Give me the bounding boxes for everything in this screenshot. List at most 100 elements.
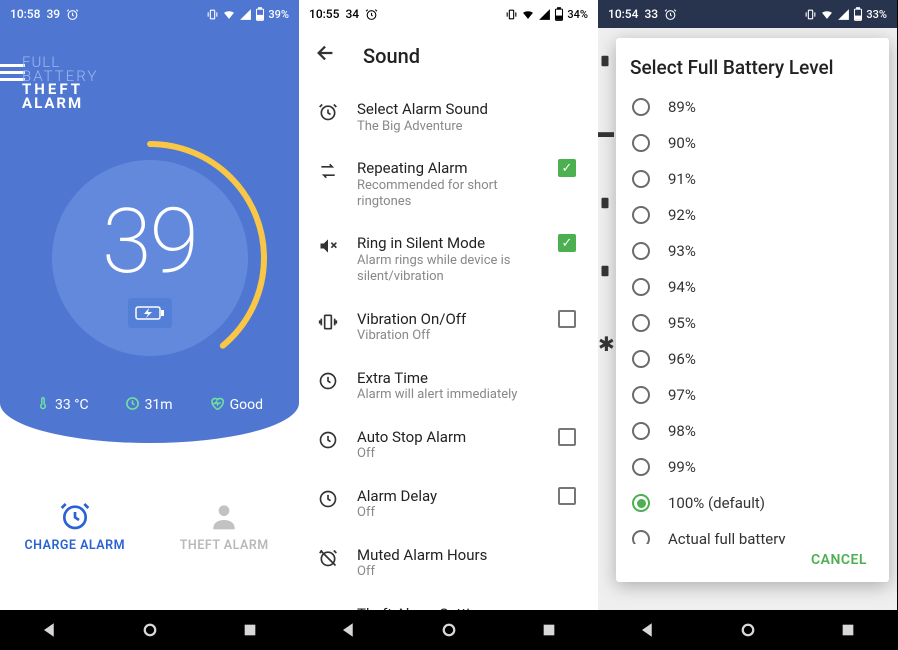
radio-option[interactable]: 98% <box>630 413 875 449</box>
android-navbar <box>598 610 897 650</box>
radio-option[interactable]: 97% <box>630 377 875 413</box>
clock-icon <box>317 371 339 391</box>
battery-ring: 39 <box>30 138 270 378</box>
status-battery-pct: 33% <box>866 8 887 21</box>
tab-charge-alarm[interactable]: CHARGE ALARM <box>0 486 150 567</box>
checkbox-silent[interactable]: ✓ <box>558 234 576 252</box>
screen-battery-level-dialog: 10:54 33 33% ▬ ✱ Select Full Battery Lev… <box>598 0 897 650</box>
checkbox-delay[interactable] <box>558 487 576 505</box>
screen-charge-alarm: 10:58 39 39% FULL BATTERY THEFT ALARM <box>0 0 299 650</box>
nav-back[interactable] <box>340 621 358 639</box>
status-num: 34 <box>345 7 359 21</box>
signal-icon <box>837 8 850 21</box>
radio-icon <box>632 206 650 224</box>
radio-option[interactable]: 90% <box>630 125 875 161</box>
background-peek: ▬ ✱ <box>598 54 614 356</box>
alarm-status-icon <box>66 8 79 21</box>
radio-icon <box>632 170 650 188</box>
alarm-status-icon <box>365 8 378 21</box>
status-time: 10:55 <box>309 7 339 21</box>
heart-icon <box>209 396 225 415</box>
status-battery-pct: 39% <box>268 8 289 21</box>
header: Sound <box>299 28 598 84</box>
radio-icon <box>632 530 650 544</box>
radio-option[interactable]: 95% <box>630 305 875 341</box>
row-muted-hours[interactable]: Muted Alarm HoursOff <box>299 534 598 593</box>
checkbox-vibration[interactable] <box>558 310 576 328</box>
nav-back[interactable] <box>639 621 657 639</box>
radio-label: 95% <box>668 314 696 332</box>
nav-home[interactable] <box>141 621 159 639</box>
radio-icon <box>632 494 650 512</box>
clock-icon <box>317 489 339 509</box>
row-vibration[interactable]: Vibration On/OffVibration Off <box>299 298 598 357</box>
timer-icon <box>125 396 140 415</box>
row-alarm-delay[interactable]: Alarm DelayOff <box>299 475 598 534</box>
radio-option[interactable]: 99% <box>630 449 875 485</box>
radio-option[interactable]: 100% (default) <box>630 485 875 521</box>
android-navbar <box>299 610 598 650</box>
alarm-off-icon <box>317 548 339 568</box>
nav-home[interactable] <box>739 621 757 639</box>
wifi-icon <box>521 8 535 21</box>
radio-icon <box>632 98 650 116</box>
thermometer-icon <box>36 395 50 415</box>
radio-label: 89% <box>668 98 696 116</box>
wifi-icon <box>222 8 236 21</box>
page-title: Sound <box>363 44 420 68</box>
nav-home[interactable] <box>440 621 458 639</box>
inner-circle: 39 <box>52 160 248 356</box>
radio-option[interactable]: 92% <box>630 197 875 233</box>
vibrate-icon <box>206 8 219 21</box>
vibrate-icon <box>804 8 817 21</box>
android-navbar <box>0 610 299 650</box>
status-bar: 10:58 39 39% <box>0 0 299 28</box>
radio-option[interactable]: 91% <box>630 161 875 197</box>
metric-health: Good <box>209 395 263 415</box>
dialog: Select Full Battery Level 89%90%91%92%93… <box>616 38 889 582</box>
nav-back[interactable] <box>41 621 59 639</box>
radio-icon <box>632 134 650 152</box>
tab-theft-alarm[interactable]: THEFT ALARM <box>150 486 300 567</box>
radio-option[interactable]: 96% <box>630 341 875 377</box>
peek-icon <box>598 196 612 210</box>
row-auto-stop[interactable]: Auto Stop AlarmOff <box>299 416 598 475</box>
row-repeating-alarm[interactable]: Repeating AlarmRecommended for short rin… <box>299 147 598 222</box>
battery-icon <box>554 7 564 21</box>
battery-icon <box>255 7 265 21</box>
status-num: 33 <box>644 7 658 21</box>
radio-option[interactable]: 94% <box>630 269 875 305</box>
row-theft-settings[interactable]: Theft Alarm Settings <box>299 593 598 611</box>
row-select-alarm-sound[interactable]: Select Alarm SoundThe Big Adventure <box>299 88 598 147</box>
metric-time: 31m <box>125 395 173 415</box>
back-button[interactable] <box>315 42 337 70</box>
nav-recent[interactable] <box>840 622 856 638</box>
row-extra-time[interactable]: Extra TimeAlarm will alert immediately <box>299 357 598 416</box>
peek-icon: ✱ <box>598 332 614 356</box>
status-bar: 10:55 34 34% <box>299 0 598 28</box>
metric-temperature: 33 °C <box>36 395 89 415</box>
radio-options-list[interactable]: 89% 90% 91% 92% 93% 94% 95% 96%97% 98% 99%100% (d… <box>630 89 875 544</box>
dialog-backdrop[interactable]: ▬ ✱ Select Full Battery Level 89%90%91%9… <box>598 28 897 610</box>
metrics-row: 33 °C 31m Good <box>0 395 299 415</box>
tabs: CHARGE ALARM THEFT ALARM <box>0 443 299 610</box>
cancel-button[interactable]: CANCEL <box>811 552 867 568</box>
radio-option[interactable]: 93% <box>630 233 875 269</box>
radio-option[interactable]: Actual full battery <box>630 521 875 544</box>
app-logo: FULL BATTERY THEFT ALARM <box>22 56 98 110</box>
status-time: 10:58 <box>10 7 40 21</box>
settings-list[interactable]: Select Alarm SoundThe Big Adventure Repe… <box>299 84 598 610</box>
checkbox-autostop[interactable] <box>558 428 576 446</box>
radio-option[interactable]: 89% <box>630 89 875 125</box>
nav-recent[interactable] <box>541 622 557 638</box>
checkbox-repeating[interactable]: ✓ <box>558 159 576 177</box>
radio-icon <box>632 314 650 332</box>
nav-recent[interactable] <box>242 622 258 638</box>
radio-label: 91% <box>668 170 696 188</box>
volume-off-icon <box>317 236 339 256</box>
radio-label: 93% <box>668 242 696 260</box>
vibrate-icon <box>505 8 518 21</box>
row-ring-silent[interactable]: Ring in Silent ModeAlarm rings while dev… <box>299 222 598 297</box>
battery-percent: 39 <box>102 189 197 294</box>
radio-label: 98% <box>668 422 696 440</box>
